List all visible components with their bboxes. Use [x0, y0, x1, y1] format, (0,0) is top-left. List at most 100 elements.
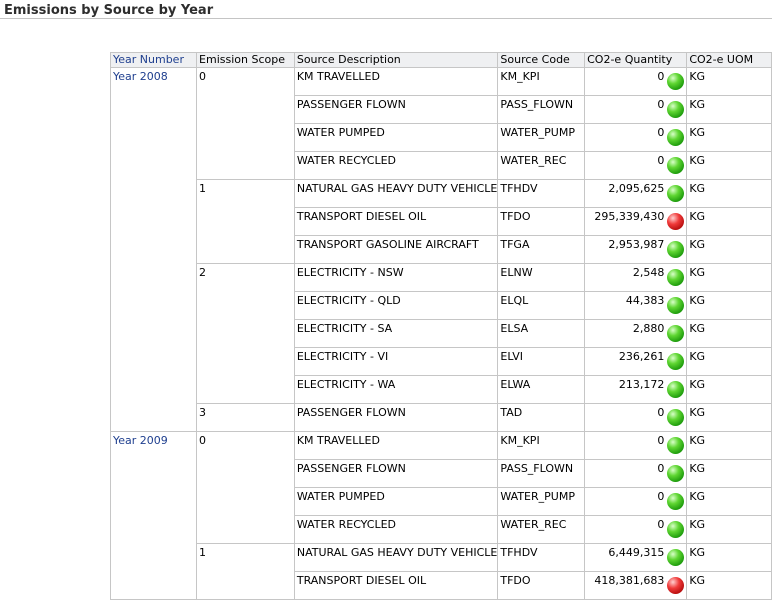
- co2e-quantity-cell: 44,383: [584, 291, 688, 320]
- co2e-uom-cell: KG: [686, 123, 772, 152]
- column-header-co2e-uom: CO2-e UOM: [686, 52, 772, 68]
- source-code-cell: KM_KPI: [497, 431, 586, 460]
- quantity-value: 0: [657, 126, 665, 139]
- source-code-cell: WATER_PUMP: [497, 123, 586, 152]
- co2e-quantity-cell: 213,172: [584, 375, 688, 404]
- co2e-quantity-cell: 0: [584, 95, 688, 124]
- table-row: 1 NATURAL GAS HEAVY DUTY VEHICLE TFHDV 6,44…: [111, 543, 772, 600]
- co2e-quantity-cell: 0: [584, 123, 688, 152]
- table-row: Year 2008 0 KM TRAVELLED KM_KPI 0 KG: [109, 67, 772, 432]
- co2e-uom-cell: KG: [686, 67, 772, 96]
- co2e-uom-cell: KG: [686, 207, 772, 236]
- source-description-cell: PASSENGER FLOWN: [293, 403, 499, 432]
- table-row: 2 ELECTRICITY - NSW ELNW 2,548 KG: [111, 263, 772, 404]
- quantity-value: 236,261: [618, 350, 665, 363]
- co2e-quantity-cell: 6,449,315: [584, 543, 688, 572]
- red-status-ball-icon: [667, 213, 685, 230]
- source-description-cell: ELECTRICITY - WA: [293, 375, 499, 404]
- source-code-cell: PASS_FLOWN: [497, 95, 586, 124]
- co2e-quantity-cell: 2,953,987: [584, 235, 688, 264]
- source-description-cell: KM TRAVELLED: [293, 431, 499, 460]
- co2e-uom-cell: KG: [686, 263, 772, 292]
- source-description-cell: ELECTRICITY - SA: [293, 319, 499, 348]
- source-code-cell: TFDO: [497, 571, 586, 600]
- green-status-ball-icon: [667, 381, 685, 398]
- source-code-cell: TFDO: [497, 207, 586, 236]
- column-header-source-code: Source Code: [497, 52, 586, 68]
- source-code-cell: WATER_REC: [497, 151, 586, 180]
- co2e-uom-cell: KG: [686, 151, 772, 180]
- co2e-quantity-cell: 236,261: [584, 347, 688, 376]
- year-link[interactable]: Year 2008: [113, 70, 168, 83]
- co2e-quantity-cell: 0: [584, 67, 688, 96]
- green-status-ball-icon: [667, 465, 685, 482]
- co2e-uom-cell: KG: [686, 571, 772, 600]
- red-status-ball-icon: [667, 577, 685, 594]
- quantity-value: 44,383: [625, 294, 665, 307]
- co2e-uom-cell: KG: [686, 515, 772, 544]
- quantity-value: 2,548: [632, 266, 665, 279]
- table-row: 3 PASSENGER FLOWN TAD 0 KG: [111, 403, 772, 432]
- green-status-ball-icon: [667, 493, 685, 510]
- green-status-ball-icon: [667, 409, 685, 426]
- year-cell[interactable]: Year 2008: [109, 67, 198, 432]
- column-header-year-number[interactable]: Year Number: [109, 52, 198, 68]
- green-status-ball-icon: [667, 157, 685, 174]
- quantity-value: 0: [657, 462, 665, 475]
- source-description-cell: TRANSPORT DIESEL OIL: [293, 207, 499, 236]
- source-code-cell: TFHDV: [497, 543, 586, 572]
- co2e-quantity-cell: 295,339,430: [584, 207, 688, 236]
- quantity-value: 0: [657, 490, 665, 503]
- co2e-uom-cell: KG: [686, 319, 772, 348]
- quantity-value: 295,339,430: [594, 210, 665, 223]
- source-description-cell: NATURAL GAS HEAVY DUTY VEHICLE: [293, 179, 499, 208]
- quantity-value: 418,381,683: [594, 574, 665, 587]
- source-code-cell: PASS_FLOWN: [497, 459, 586, 488]
- co2e-uom-cell: KG: [686, 543, 772, 572]
- table-body: Year 2008 0 KM TRAVELLED KM_KPI 0 KG PASSENGER…: [109, 67, 772, 600]
- co2e-uom-cell: KG: [686, 235, 772, 264]
- source-code-cell: TFGA: [497, 235, 586, 264]
- column-header-emission-scope: Emission Scope: [196, 52, 295, 68]
- green-status-ball-icon: [667, 269, 685, 286]
- co2e-uom-cell: KG: [686, 291, 772, 320]
- source-description-cell: NATURAL GAS HEAVY DUTY VEHICLE: [293, 543, 499, 572]
- emission-scope-cell: 1: [196, 543, 295, 600]
- co2e-quantity-cell: 0: [584, 431, 688, 460]
- co2e-quantity-cell: 0: [584, 459, 688, 488]
- quantity-value: 0: [657, 406, 665, 419]
- quantity-value: 0: [657, 154, 665, 167]
- quantity-value: 6,449,315: [608, 546, 665, 559]
- source-code-cell: TAD: [497, 403, 586, 432]
- quantity-value: 2,095,625: [608, 182, 665, 195]
- co2e-uom-cell: KG: [686, 459, 772, 488]
- emission-scope-cell: 2: [196, 263, 295, 404]
- column-header-co2e-quantity: CO2-e Quantity: [584, 52, 688, 68]
- quantity-value: 0: [657, 70, 665, 83]
- source-description-cell: TRANSPORT GASOLINE AIRCRAFT: [293, 235, 499, 264]
- emissions-table: Year Number Emission Scope Source Descri…: [109, 52, 772, 600]
- header-row: Year Number Emission Scope Source Descri…: [109, 52, 772, 68]
- quantity-value: 2,953,987: [608, 238, 665, 251]
- co2e-quantity-cell: 2,548: [584, 263, 688, 292]
- source-description-cell: KM TRAVELLED: [293, 67, 499, 96]
- emission-scope-cell: 0: [196, 67, 295, 180]
- co2e-uom-cell: KG: [686, 347, 772, 376]
- green-status-ball-icon: [667, 325, 685, 342]
- co2e-quantity-cell: 0: [584, 151, 688, 180]
- green-status-ball-icon: [667, 73, 685, 90]
- year-link[interactable]: Year 2009: [113, 434, 168, 447]
- green-status-ball-icon: [667, 437, 685, 454]
- year-cell[interactable]: Year 2009: [109, 431, 198, 600]
- source-code-cell: ELSA: [497, 319, 586, 348]
- co2e-quantity-cell: 418,381,683: [584, 571, 688, 600]
- green-status-ball-icon: [667, 297, 685, 314]
- source-code-cell: TFHDV: [497, 179, 586, 208]
- co2e-uom-cell: KG: [686, 403, 772, 432]
- green-status-ball-icon: [667, 101, 685, 118]
- source-description-cell: PASSENGER FLOWN: [293, 459, 499, 488]
- quantity-value: 0: [657, 518, 665, 531]
- quantity-value: 0: [657, 98, 665, 111]
- source-code-cell: ELWA: [497, 375, 586, 404]
- source-description-cell: TRANSPORT DIESEL OIL: [293, 571, 499, 600]
